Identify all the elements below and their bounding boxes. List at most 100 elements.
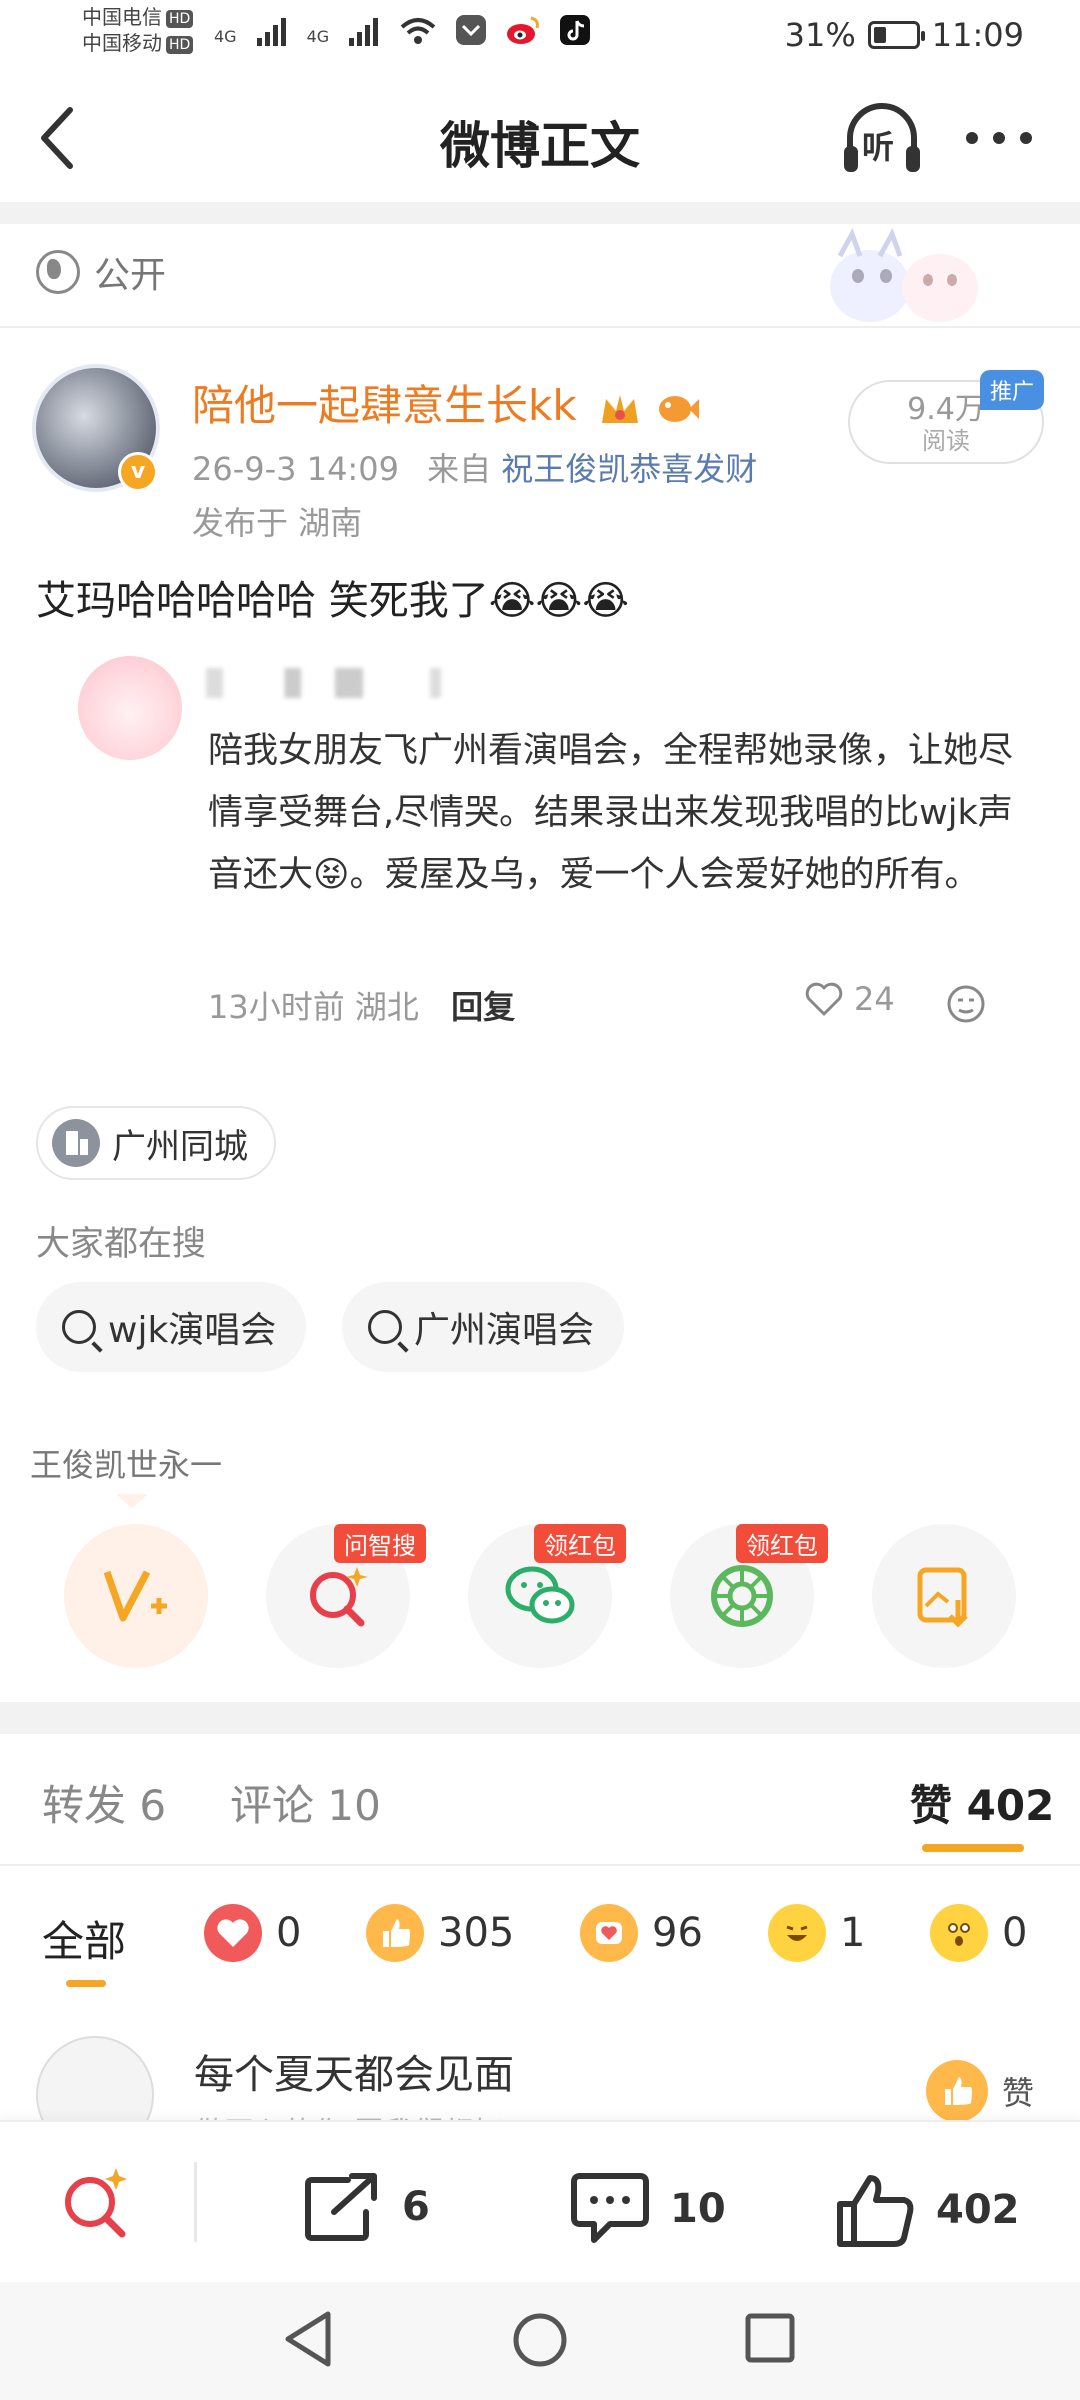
search-pill-1[interactable]: wjk演唱会 <box>36 1282 307 1372</box>
system-nav-bar <box>0 2282 1080 2400</box>
status-bar: 中国电信 HD 中国移动 HD 4G 4G 31% 11:09 <box>0 0 1080 72</box>
repost-button[interactable]: 6 <box>304 2172 430 2242</box>
hd-badge-1: HD <box>166 9 194 28</box>
search-pill-2[interactable]: 广州演唱会 <box>342 1282 625 1372</box>
listen-button[interactable]: 听 <box>840 100 924 180</box>
hd-badge-2: HD <box>166 35 194 54</box>
search-icon <box>62 1310 96 1344</box>
liker-like-badge: 赞 <box>926 2060 1034 2122</box>
save-image-button[interactable] <box>872 1524 1016 1668</box>
reaction-filter-thumb[interactable]: 305 <box>366 1904 514 1962</box>
signal-icon <box>256 18 286 46</box>
reaction-count-thumb: 305 <box>438 1910 515 1956</box>
building-icon <box>52 1119 100 1167</box>
vplus-button[interactable] <box>64 1524 208 1668</box>
nav-recents-icon[interactable] <box>744 2312 796 2364</box>
visibility-label: 公开 <box>94 255 167 296</box>
more-icon[interactable] <box>964 128 1034 148</box>
emoji-react-icon[interactable] <box>946 984 986 1024</box>
reaction-filter-redpacket[interactable]: 0 <box>204 1904 301 1962</box>
tab-repost-count: 6 <box>139 1781 167 1830</box>
tab-like-count: 402 <box>966 1781 1055 1830</box>
reaction-filter-all[interactable]: 全部 <box>42 1908 126 1969</box>
listen-label: 听 <box>862 128 895 166</box>
quoted-comment-meta: 13小时前 湖北 回复 <box>208 982 515 1028</box>
net-label-1: 4G <box>214 27 237 46</box>
author-name: 陪他一起肆意生长kk <box>192 381 577 430</box>
search-pill-2-label: 广州演唱会 <box>414 1310 595 1351</box>
comment-count: 10 <box>670 2186 726 2232</box>
comment-time-location: 13小时前 湖北 <box>208 988 419 1026</box>
tab-comment[interactable]: 评论 10 <box>230 1772 381 1833</box>
heart-icon <box>805 982 843 1016</box>
reaction-filter-hug[interactable]: 96 <box>580 1904 703 1962</box>
post-location: 发布于 湖南 <box>192 504 363 542</box>
reaction-count-redpacket: 0 <box>276 1910 302 1956</box>
like-count: 402 <box>936 2187 1020 2233</box>
tab-like-label: 赞 <box>910 1781 953 1830</box>
author-name-row[interactable]: 陪他一起肆意生长kk <box>192 372 700 433</box>
tab-like[interactable]: 赞 402 <box>910 1772 1054 1833</box>
nav-home-icon[interactable] <box>512 2312 568 2368</box>
app-notification-icon <box>456 15 487 45</box>
crown-icon <box>602 394 639 423</box>
decorative-sticker-icon <box>830 227 978 322</box>
post-source-link[interactable]: 祝王俊凯恭喜发财 <box>501 450 757 488</box>
commenter-name-blurred <box>206 668 486 698</box>
carrier-1: 中国电信 <box>82 5 162 29</box>
heart-yen-icon <box>204 1904 262 1962</box>
ai-search-badge: 问智搜 <box>334 1524 426 1563</box>
heart-box-icon <box>580 1904 638 1962</box>
like-button[interactable]: 402 <box>836 2172 1020 2248</box>
fish-badge-icon <box>659 395 700 422</box>
reply-button[interactable]: 回复 <box>451 988 515 1026</box>
tabs-divider <box>0 1864 1080 1866</box>
views-label: 阅读 <box>922 427 970 455</box>
battery-icon <box>867 21 925 49</box>
v-plus-icon <box>103 1570 167 1622</box>
status-right: 31% 11:09 <box>785 16 1024 54</box>
clock: 11:09 <box>931 16 1024 54</box>
trending-search-label: 大家都在搜 <box>36 1224 206 1264</box>
verified-badge-icon: v <box>118 452 158 492</box>
promote-badge[interactable]: 推广 <box>980 370 1045 410</box>
city-tag[interactable]: 广州同城 <box>36 1106 276 1180</box>
nav-back-icon[interactable] <box>282 2310 334 2368</box>
wifi-icon <box>400 18 436 44</box>
laugh-face-icon <box>768 1904 826 1962</box>
tab-comment-label: 评论 <box>230 1781 315 1830</box>
moments-redpacket-badge: 领红包 <box>736 1524 828 1563</box>
ai-search-icon <box>310 1567 368 1627</box>
section-divider <box>0 326 1080 328</box>
signal-icon-2 <box>349 18 379 46</box>
tiktok-icon <box>560 15 591 45</box>
comment-button[interactable]: 10 <box>570 2172 726 2246</box>
comment-like-button[interactable]: 24 <box>804 980 895 1018</box>
reaction-count-wow: 0 <box>1002 1910 1028 1956</box>
thumbs-up-icon <box>926 2060 988 2122</box>
comment-icon <box>571 2173 649 2243</box>
repost-count: 6 <box>402 2184 430 2230</box>
thumbs-up-outline-icon <box>837 2175 914 2247</box>
section-band <box>0 1702 1080 1734</box>
ticker-pointer <box>116 1494 148 1508</box>
weibo-icon <box>507 16 540 44</box>
tab-comment-count: 10 <box>327 1781 381 1830</box>
visibility-row: 公开 <box>36 246 166 298</box>
commenter-avatar[interactable] <box>78 656 182 760</box>
reaction-filter-laugh[interactable]: 1 <box>768 1904 865 1962</box>
tab-repost[interactable]: 转发 6 <box>42 1772 166 1833</box>
action-separator <box>194 2162 197 2242</box>
reaction-filter-wow[interactable]: 0 <box>930 1904 1027 1962</box>
net-label-2: 4G <box>306 27 330 46</box>
search-icon <box>368 1310 402 1344</box>
top-nav-bar: 微博正文 听 <box>0 72 1080 202</box>
ai-search-icon[interactable] <box>58 2162 134 2242</box>
post-body: 艾玛哈哈哈哈哈 笑死我了😭😭😭 <box>36 578 629 624</box>
liker-name[interactable]: 每个夏天都会见面 <box>194 2042 514 2100</box>
share-icon <box>305 2173 377 2241</box>
bottom-action-bar: 6 10 402 <box>0 2120 1080 2282</box>
wechat-redpacket-badge: 领红包 <box>534 1524 626 1563</box>
comment-like-count: 24 <box>854 980 895 1018</box>
save-image-icon <box>917 1567 968 1628</box>
